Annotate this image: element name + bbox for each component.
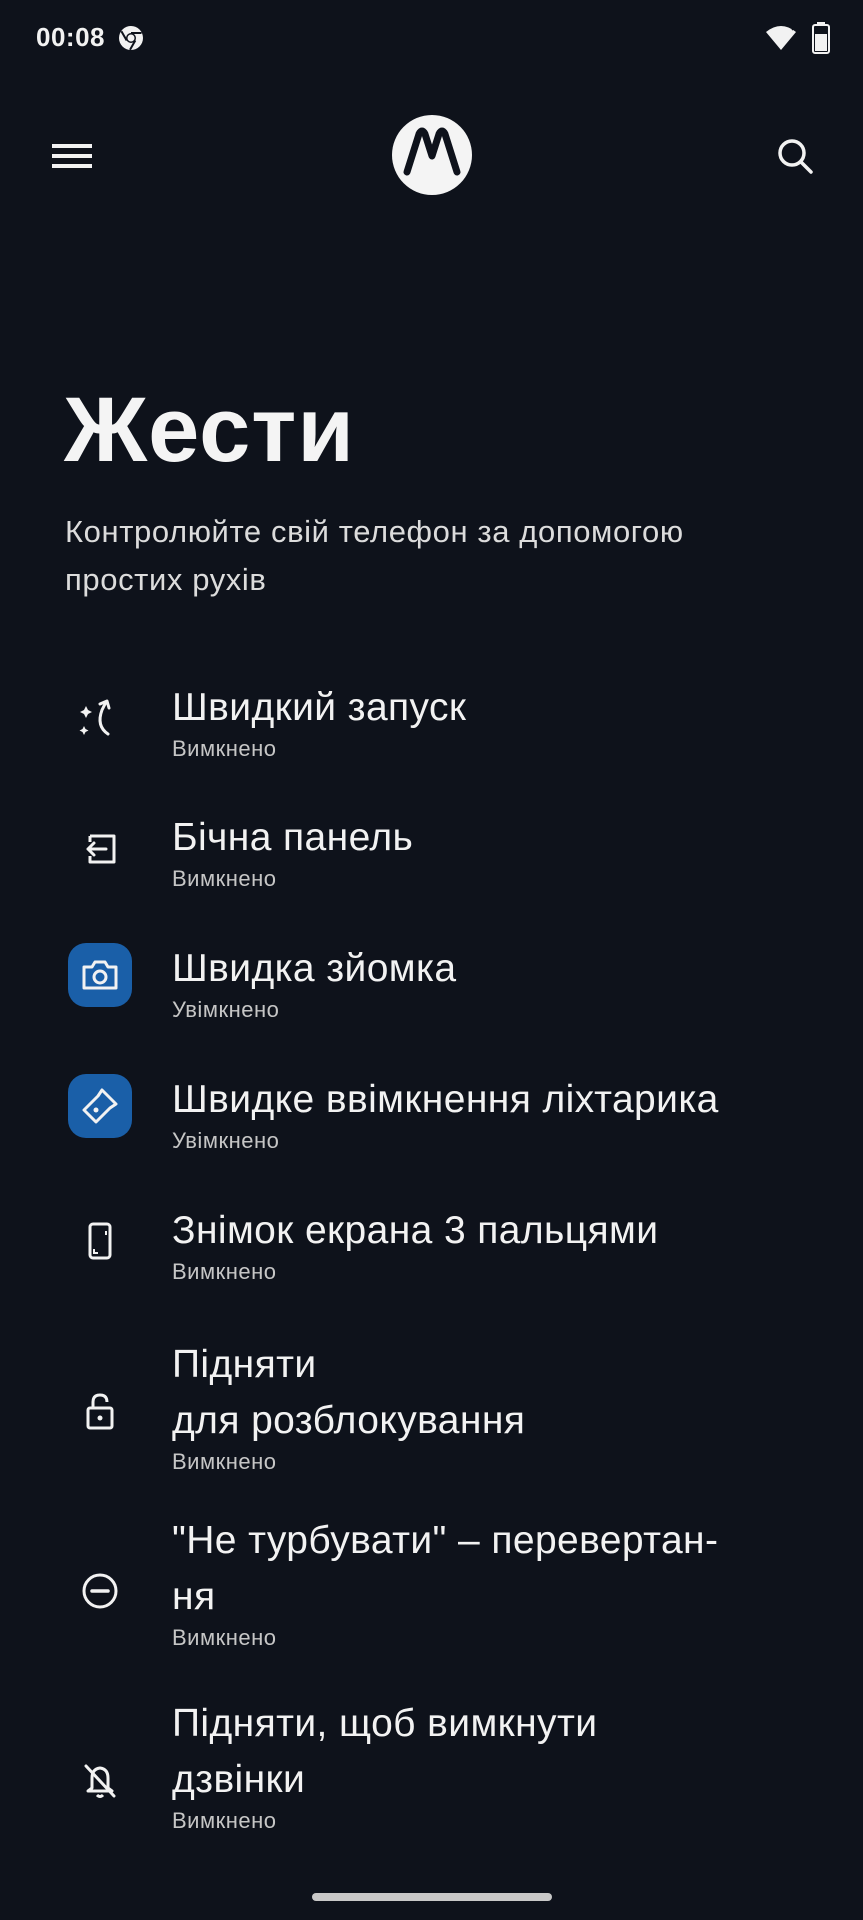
- page-subtitle: Контролюйте свій телефон за допомогою пр…: [65, 514, 684, 597]
- chrome-icon: [119, 26, 143, 51]
- item-status: Вимкнено: [172, 1449, 277, 1474]
- sparkle-rotate-icon: [68, 686, 132, 750]
- navigation-handle[interactable]: [312, 1893, 552, 1901]
- status-time: 00:08: [36, 22, 105, 52]
- list-item-lift-to-unlock[interactable]: Підняти для розблокування Вимкнено: [0, 1319, 863, 1499]
- item-title: Підняти, щоб вимкнути дзвінки: [172, 1702, 598, 1801]
- motorola-logo: [392, 115, 472, 195]
- list-item-quick-launch[interactable]: Швидкий запуск Вимкнено: [0, 664, 863, 794]
- phone-screenshot-icon: [68, 1209, 132, 1273]
- list-item-three-finger-screenshot[interactable]: Знімок екрана 3 пальцями Вимкнено: [0, 1187, 863, 1319]
- item-title: Швидкий запуск: [172, 686, 467, 729]
- menu-button[interactable]: [40, 128, 104, 184]
- wifi-icon: [766, 25, 796, 50]
- item-status: Увімкнено: [172, 997, 280, 1022]
- item-title: "Не турбувати" – перевертан- ня: [172, 1519, 719, 1618]
- battery-icon: [812, 22, 830, 54]
- lock-icon: [68, 1379, 132, 1443]
- item-status: Вимкнено: [172, 1808, 277, 1833]
- list-item-flip-dnd[interactable]: "Не турбувати" – перевертан- ня Вимкнено: [0, 1499, 863, 1684]
- list-item-quick-capture[interactable]: Швидка зйомка Увімкнено: [0, 925, 863, 1056]
- item-status: Вимкнено: [172, 1259, 277, 1284]
- search-button[interactable]: [763, 128, 827, 184]
- do-not-disturb-icon: [68, 1559, 132, 1623]
- list-item-side-panel[interactable]: Бічна панель Вимкнено: [0, 794, 863, 925]
- side-panel-icon: [68, 816, 132, 880]
- item-title: Підняти для розблокування: [172, 1343, 526, 1442]
- gestures-list: Швидкий запуск Вимкнено Бічна панель Вим…: [0, 664, 863, 1854]
- item-title: Знімок екрана 3 пальцями: [172, 1209, 659, 1252]
- search-icon: [778, 139, 813, 174]
- item-title: Швидке ввімкнення ліхтарика: [172, 1078, 719, 1121]
- item-title: Швидка зйомка: [172, 947, 457, 990]
- status-bar: 00:08: [0, 0, 863, 78]
- item-status: Вимкнено: [172, 866, 277, 891]
- item-status: Вимкнено: [172, 1625, 277, 1650]
- page-title: Жести: [64, 379, 355, 481]
- flashlight-icon: [68, 1074, 132, 1138]
- camera-icon: [68, 943, 132, 1007]
- list-item-flashlight[interactable]: Швидке ввімкнення ліхтарика Увімкнено: [0, 1056, 863, 1187]
- hamburger-icon: [52, 144, 92, 168]
- list-item-lift-to-silence[interactable]: Підняти, щоб вимкнути дзвінки Вимкнено: [0, 1684, 863, 1854]
- item-status: Вимкнено: [172, 736, 277, 761]
- item-title: Бічна панель: [172, 816, 414, 859]
- top-app-bar: [0, 100, 863, 212]
- item-status: Увімкнено: [172, 1128, 280, 1153]
- bell-off-icon: [68, 1748, 132, 1812]
